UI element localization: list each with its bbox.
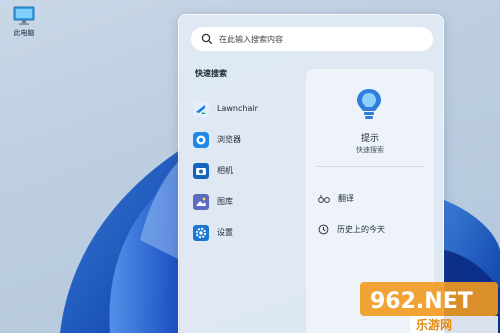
action-translate[interactable]: 翻译 [318, 193, 354, 204]
app-item-gallery[interactable]: 图库 [193, 186, 303, 217]
action-label: 历史上的今天 [337, 225, 385, 234]
monitor-icon [13, 6, 35, 25]
app-item-browser[interactable]: 浏览器 [193, 124, 303, 155]
app-item-camera[interactable]: 相机 [193, 155, 303, 186]
section-title-quick-search: 快速搜索 [195, 69, 227, 78]
divider [316, 166, 424, 167]
search-bar[interactable] [191, 27, 433, 51]
translate-icon [318, 194, 330, 203]
app-label: 设置 [217, 228, 233, 237]
tip-card-subtitle: 快速搜索 [356, 146, 384, 154]
app-label: Lawnchair [217, 104, 258, 113]
watermark-logo: 962.NET 乐游网 [360, 282, 498, 333]
quick-search-list: Lawnchair 浏览器 相机 图库 设置 [193, 93, 303, 248]
app-item-settings[interactable]: 设置 [193, 217, 303, 248]
desktop-icon-label: 此电脑 [13, 29, 35, 37]
app-label: 图库 [217, 197, 233, 206]
watermark-sub: 乐游网 [416, 317, 452, 332]
lawnchair-icon [193, 100, 209, 117]
browser-icon [193, 131, 209, 148]
action-history-today[interactable]: 历史上的今天 [318, 224, 385, 235]
search-icon [201, 33, 213, 45]
camera-icon [193, 162, 209, 179]
lightbulb-icon [357, 89, 381, 119]
watermark-brand: 962.NET [370, 289, 473, 314]
app-item-lawnchair[interactable]: Lawnchair [193, 93, 303, 124]
settings-icon [193, 224, 209, 241]
search-input[interactable] [219, 34, 419, 44]
history-icon [318, 224, 329, 235]
desktop-icon-this-pc[interactable]: 此电脑 [4, 6, 44, 38]
action-label: 翻译 [338, 194, 354, 203]
app-label: 相机 [217, 166, 233, 175]
gallery-icon [193, 193, 209, 210]
tip-card-title: 提示 [360, 134, 379, 144]
app-label: 浏览器 [217, 135, 241, 144]
